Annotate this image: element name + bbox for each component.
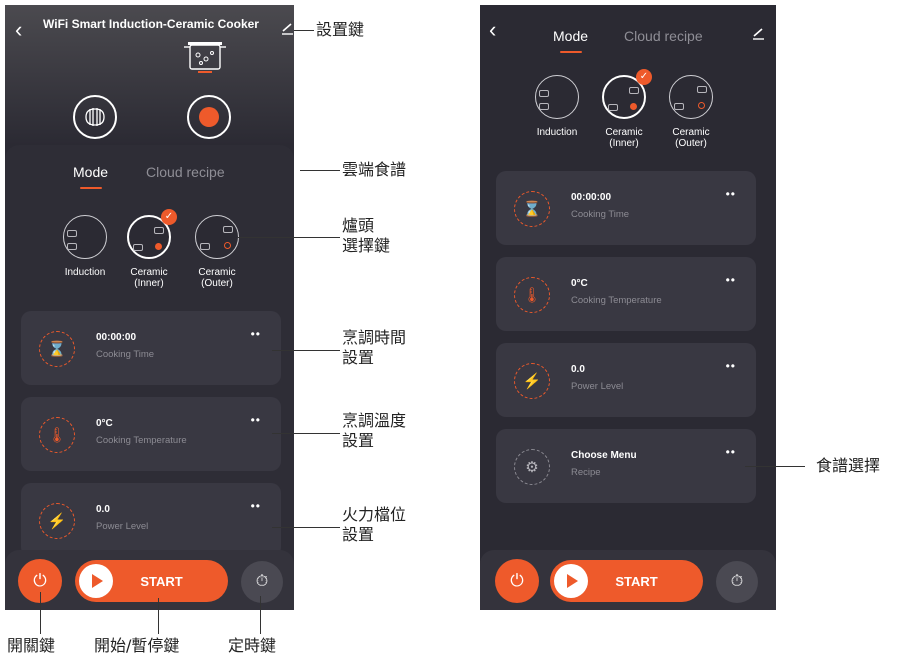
phone-screen-main: ‹ WiFi Smart Induction-Ceramic Cooker Mo… bbox=[5, 5, 294, 610]
tab-cloud-recipe[interactable]: Cloud recipe bbox=[146, 164, 225, 180]
burner-label-induction: Induction bbox=[536, 127, 578, 138]
bottom-control-bar: ⏻ START ⏱ bbox=[480, 550, 776, 610]
recipe-menu-card[interactable]: ⚙ Choose Menu Recipe •• bbox=[496, 429, 756, 503]
leader-line bbox=[272, 350, 340, 351]
tab-cloud-recipe[interactable]: Cloud recipe bbox=[624, 28, 703, 44]
more-dots-icon[interactable]: •• bbox=[251, 327, 261, 341]
leader-line bbox=[40, 592, 41, 634]
leader-line bbox=[294, 30, 314, 31]
callout-recipe-select: 食譜選擇 bbox=[816, 456, 881, 475]
power-level-card[interactable]: ⚡ 0.0 Power Level •• bbox=[21, 483, 281, 557]
power-level-label: Power Level bbox=[571, 381, 624, 392]
thermometer-icon: 🌡 bbox=[39, 417, 75, 453]
cooking-pot-icon bbox=[184, 42, 226, 73]
leader-line bbox=[300, 170, 340, 171]
thermometer-icon: 🌡 bbox=[514, 277, 550, 313]
cooking-time-card[interactable]: ⌛ 00:00:00 Cooking Time •• bbox=[496, 171, 756, 245]
callout-power-setting: 火力檔位 設置 bbox=[342, 505, 407, 544]
leader-line bbox=[272, 433, 340, 434]
cooking-time-label: Cooking Time bbox=[96, 349, 155, 360]
phone-screen-recipe: ‹ Mode Cloud recipe ✓ Induction Ceramic(… bbox=[480, 5, 776, 610]
mode-tabs: Mode Cloud recipe bbox=[553, 28, 703, 44]
selected-check-icon: ✓ bbox=[636, 69, 652, 85]
callout-settings-key: 設置鍵 bbox=[316, 20, 365, 39]
timer-icon[interactable]: ⏱ bbox=[241, 561, 283, 603]
recipe-label: Recipe bbox=[571, 467, 601, 478]
more-dots-icon[interactable]: •• bbox=[726, 187, 736, 201]
callout-burner-select: 爐頭 選擇鍵 bbox=[342, 216, 391, 255]
start-label: START bbox=[615, 574, 658, 589]
tab-mode[interactable]: Mode bbox=[73, 164, 108, 180]
burner-label-ceramic-outer: Ceramic (Outer) bbox=[198, 267, 236, 289]
app-title: WiFi Smart Induction-Ceramic Cooker bbox=[43, 17, 259, 31]
leader-line bbox=[158, 598, 159, 634]
cooker-hero: ‹ WiFi Smart Induction-Ceramic Cooker bbox=[5, 5, 294, 145]
cooking-temperature-card[interactable]: 🌡 0°C Cooking Temperature •• bbox=[21, 397, 281, 471]
power-level-value: 0.0 bbox=[96, 504, 110, 515]
more-dots-icon[interactable]: •• bbox=[726, 359, 736, 373]
callout-start-pause-key: 開始/暫停鍵 bbox=[94, 636, 180, 655]
burner-induction[interactable] bbox=[63, 215, 107, 259]
gear-icon: ⚙ bbox=[514, 449, 550, 485]
cooking-temperature-value: 0°C bbox=[96, 418, 113, 429]
callout-time-setting: 烹調時間 設置 bbox=[342, 328, 407, 367]
start-button[interactable]: START bbox=[75, 560, 228, 602]
cooking-time-card[interactable]: ⌛ 00:00:00 Cooking Time •• bbox=[21, 311, 281, 385]
cooking-temperature-value: 0°C bbox=[571, 278, 588, 289]
burner-induction[interactable] bbox=[535, 75, 579, 119]
hourglass-icon: ⌛ bbox=[514, 191, 550, 227]
leader-line bbox=[238, 237, 340, 238]
cooking-temperature-label: Cooking Temperature bbox=[96, 435, 187, 446]
power-icon[interactable]: ⏻ bbox=[495, 559, 539, 603]
burner-label-ceramic-inner: Ceramic (Inner) bbox=[130, 267, 168, 289]
cooking-temperature-card[interactable]: 🌡 0°C Cooking Temperature •• bbox=[496, 257, 756, 331]
induction-coil-icon[interactable] bbox=[73, 95, 117, 139]
leader-line bbox=[745, 466, 805, 467]
selected-check-icon: ✓ bbox=[161, 209, 177, 225]
burner-label-induction: Induction bbox=[64, 267, 106, 278]
power-level-card[interactable]: ⚡ 0.0 Power Level •• bbox=[496, 343, 756, 417]
power-level-value: 0.0 bbox=[571, 364, 585, 375]
burner-ceramic-outer[interactable] bbox=[669, 75, 713, 119]
more-dots-icon[interactable]: •• bbox=[726, 445, 736, 459]
burner-ceramic-outer[interactable] bbox=[195, 215, 239, 259]
callout-power-key: 開關鍵 bbox=[7, 636, 56, 655]
start-label: START bbox=[140, 574, 183, 589]
callout-timer-key: 定時鍵 bbox=[228, 636, 277, 655]
choose-menu-value: Choose Menu bbox=[571, 450, 637, 461]
pencil-icon[interactable] bbox=[280, 21, 294, 35]
more-dots-icon[interactable]: •• bbox=[726, 273, 736, 287]
back-chevron-icon[interactable]: ‹ bbox=[15, 19, 22, 41]
cooking-temperature-label: Cooking Temperature bbox=[571, 295, 662, 306]
mode-tabs: Mode Cloud recipe bbox=[73, 164, 225, 180]
burner-label-ceramic-inner: Ceramic (Inner) bbox=[605, 127, 643, 149]
back-chevron-icon[interactable]: ‹ bbox=[489, 19, 496, 41]
cooking-time-value: 00:00:00 bbox=[571, 192, 612, 203]
leader-line bbox=[260, 596, 261, 634]
start-button[interactable]: START bbox=[550, 560, 703, 602]
control-panel: Mode Cloud recipe ✓ Induction Ceramic (In… bbox=[5, 145, 294, 610]
callout-temp-setting: 烹調溫度 設置 bbox=[342, 411, 407, 450]
cooking-time-value: 00:00:00 bbox=[96, 332, 137, 343]
leader-line bbox=[272, 527, 340, 528]
burner-label-ceramic-outer: Ceramic (Outer) bbox=[672, 127, 710, 149]
more-dots-icon[interactable]: •• bbox=[251, 499, 261, 513]
lightning-icon: ⚡ bbox=[514, 363, 550, 399]
ceramic-zone-icon[interactable] bbox=[187, 95, 231, 139]
timer-icon[interactable]: ⏱ bbox=[716, 561, 758, 603]
lightning-icon: ⚡ bbox=[39, 503, 75, 539]
tab-mode[interactable]: Mode bbox=[553, 28, 588, 44]
callout-cloud-recipe: 雲端食譜 bbox=[342, 160, 407, 179]
hourglass-icon: ⌛ bbox=[39, 331, 75, 367]
cooking-time-label: Cooking Time bbox=[571, 209, 630, 220]
bottom-control-bar: ⏻ START ⏱ bbox=[5, 550, 294, 610]
more-dots-icon[interactable]: •• bbox=[251, 413, 261, 427]
pencil-icon[interactable] bbox=[751, 26, 765, 40]
power-level-label: Power Level bbox=[96, 521, 149, 532]
